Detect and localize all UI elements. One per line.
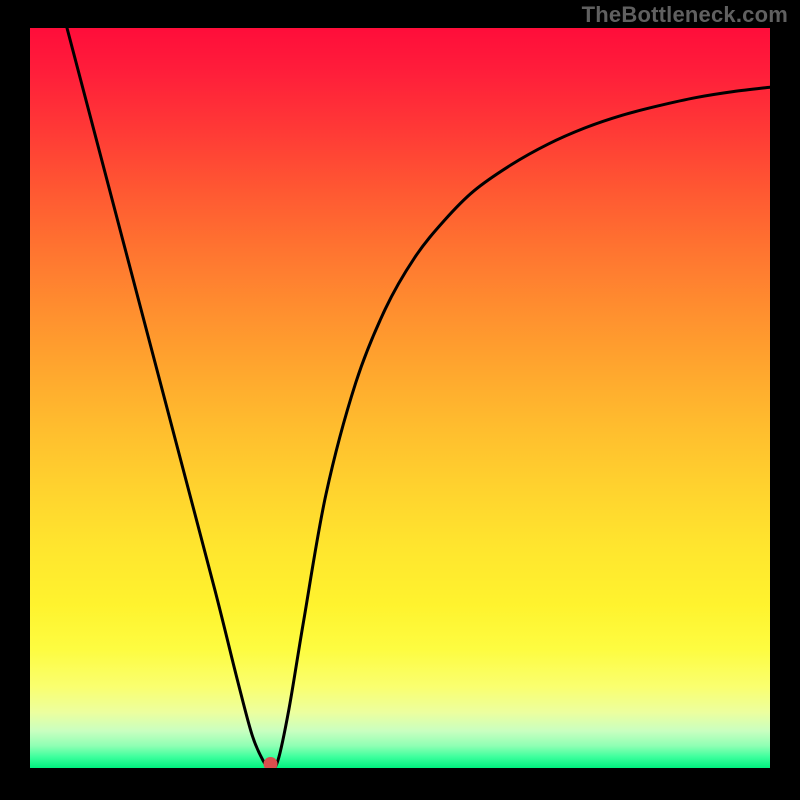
optimal-marker-dot [264, 757, 278, 768]
chart-svg [30, 28, 770, 768]
bottleneck-curve [67, 28, 770, 768]
watermark-text: TheBottleneck.com [582, 2, 788, 28]
chart-frame: TheBottleneck.com [0, 0, 800, 800]
